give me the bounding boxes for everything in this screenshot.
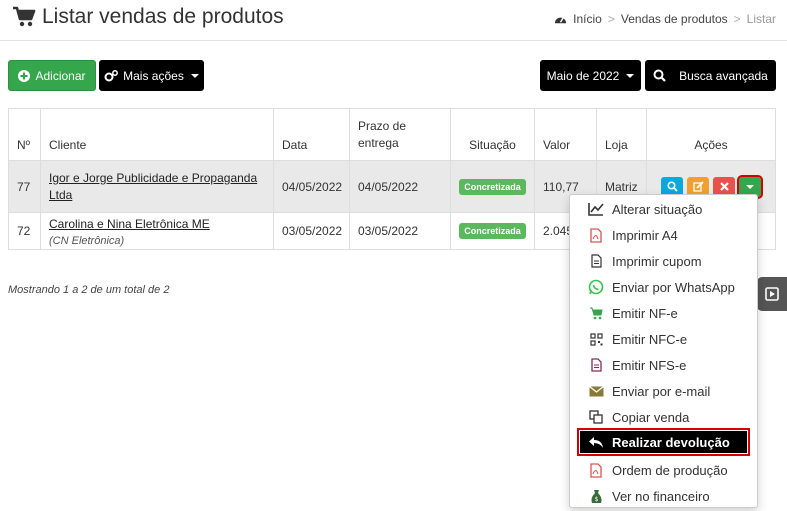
cliente-link[interactable]: Carolina e Nina Eletrônica ME [49, 216, 210, 233]
side-panel-toggle[interactable] [757, 277, 787, 311]
menu-item-whatsapp[interactable]: Enviar por WhatsApp [570, 274, 757, 300]
menu-item-label: Ver no financeiro [612, 488, 710, 504]
cart-icon [13, 6, 36, 27]
row-situacao: Concretizada [451, 213, 535, 249]
menu-item-label: Copiar venda [612, 409, 690, 425]
search-icon [666, 181, 678, 192]
menu-item-emitir-nfe[interactable]: Emitir NF-e [570, 300, 757, 326]
menu-item-ver-financeiro[interactable]: $ Ver no financeiro [570, 483, 757, 509]
advanced-search-button[interactable]: Busca avançada [645, 60, 776, 91]
col-header-cliente[interactable]: Cliente [41, 109, 274, 160]
row-situacao: Concretizada [451, 161, 535, 212]
menu-item-label: Enviar por e-mail [612, 383, 711, 399]
table-header: Nº Cliente Data Prazo de entrega Situaçã… [9, 109, 775, 161]
cliente-fantasia: (CN Eletrônica) [49, 234, 125, 247]
breadcrumb-separator: > [607, 12, 615, 26]
dashboard-icon [555, 16, 567, 23]
status-badge: Concretizada [459, 178, 526, 195]
money-bag-icon: $ [588, 488, 604, 504]
menu-item-emitir-nfce[interactable]: Emitir NFC-e [570, 326, 757, 352]
col-header-acoes: Ações [694, 138, 728, 152]
cliente-link[interactable]: Igor e Jorge Publicidade e Propaganda Lt… [49, 170, 265, 204]
row-data: 03/05/2022 [274, 213, 350, 249]
document-icon [588, 357, 604, 373]
advanced-search-label: Busca avançada [679, 68, 768, 83]
row-num: 72 [9, 213, 41, 249]
search-icon [653, 69, 666, 82]
menu-item-ordem-producao[interactable]: Ordem de produção [570, 457, 757, 483]
col-header-prazo[interactable]: Prazo de entrega [350, 109, 451, 160]
reply-icon [588, 434, 604, 450]
cart-icon [588, 305, 604, 321]
menu-item-imprimir-a4[interactable]: Imprimir A4 [570, 222, 757, 248]
breadcrumb-vendas[interactable]: Vendas de produtos [621, 12, 728, 26]
caret-down-icon [746, 184, 754, 189]
row-prazo: 04/05/2022 [350, 161, 451, 212]
menu-item-label: Imprimir A4 [612, 227, 678, 243]
actions-dropdown-menu: Alterar situação Imprimir A4 Imprimir cu… [569, 194, 758, 508]
breadcrumb-home[interactable]: Início [573, 12, 602, 26]
status-badge: Concretizada [459, 223, 526, 239]
row-cliente: Igor e Jorge Publicidade e Propaganda Lt… [41, 161, 274, 212]
plus-circle-icon [18, 69, 31, 82]
caret-down-icon [190, 73, 199, 78]
menu-item-label: Alterar situação [612, 201, 703, 217]
menu-item-imprimir-cupom[interactable]: Imprimir cupom [570, 248, 757, 274]
menu-item-label: Emitir NFC-e [612, 331, 688, 347]
menu-item-realizar-devolucao[interactable]: Realizar devolução [577, 428, 750, 456]
gears-icon [104, 69, 119, 81]
menu-item-label: Realizar devolução [612, 434, 730, 450]
edit-icon [692, 181, 704, 192]
breadcrumb-separator: > [733, 12, 741, 26]
menu-item-enviar-email[interactable]: Enviar por e-mail [570, 378, 757, 404]
top-bar: Listar vendas de produtos Início > Venda… [0, 0, 787, 41]
month-selector-button[interactable]: Maio de 2022 [540, 60, 641, 91]
chart-line-icon [588, 201, 604, 217]
caret-down-icon [626, 73, 635, 78]
more-actions-button[interactable]: Mais ações [99, 60, 204, 91]
whatsapp-icon [588, 279, 604, 295]
month-label: Maio de 2022 [546, 68, 620, 83]
menu-item-alterar-situacao[interactable]: Alterar situação [570, 196, 757, 222]
row-num: 77 [9, 161, 41, 212]
menu-item-copiar-venda[interactable]: Copiar venda [570, 404, 757, 430]
breadcrumb: Início > Vendas de produtos > Listar [554, 12, 776, 26]
qrcode-icon [588, 331, 604, 347]
menu-item-label: Imprimir cupom [612, 253, 702, 269]
svg-text:$: $ [594, 496, 598, 503]
menu-item-emitir-nfse[interactable]: Emitir NFS-e [570, 352, 757, 378]
more-actions-label: Mais ações [123, 68, 184, 83]
play-square-icon [765, 287, 779, 301]
col-header-prazo-text: Prazo de entrega [358, 119, 407, 150]
breadcrumb-current: Listar [746, 12, 776, 26]
menu-item-label: Emitir NF-e [612, 305, 678, 321]
pagination-status: Mostrando 1 a 2 de um total de 2 [8, 284, 170, 296]
col-header-situacao[interactable]: Situação [451, 109, 535, 160]
menu-item-label: Enviar por WhatsApp [612, 279, 735, 295]
row-cliente: Carolina e Nina Eletrônica ME (CN Eletrô… [41, 213, 274, 249]
receipt-icon [588, 253, 604, 269]
envelope-icon [588, 383, 604, 399]
row-data: 04/05/2022 [274, 161, 350, 212]
copy-icon [588, 409, 604, 425]
add-button-label: Adicionar [35, 68, 86, 83]
menu-item-label: Emitir NFS-e [612, 357, 687, 373]
col-header-data[interactable]: Data [274, 109, 350, 160]
pdf-icon [588, 462, 604, 478]
menu-item-label: Ordem de produção [612, 462, 728, 478]
page-title-text: Listar vendas de produtos [42, 5, 284, 28]
row-prazo: 03/05/2022 [350, 213, 451, 249]
col-header-num[interactable]: Nº [9, 109, 41, 160]
col-header-valor[interactable]: Valor [535, 109, 597, 160]
col-header-loja[interactable]: Loja [597, 109, 647, 160]
close-icon [719, 182, 729, 191]
add-button[interactable]: Adicionar [8, 60, 96, 91]
pdf-icon [588, 227, 604, 243]
page-title: Listar vendas de produtos [12, 5, 284, 29]
